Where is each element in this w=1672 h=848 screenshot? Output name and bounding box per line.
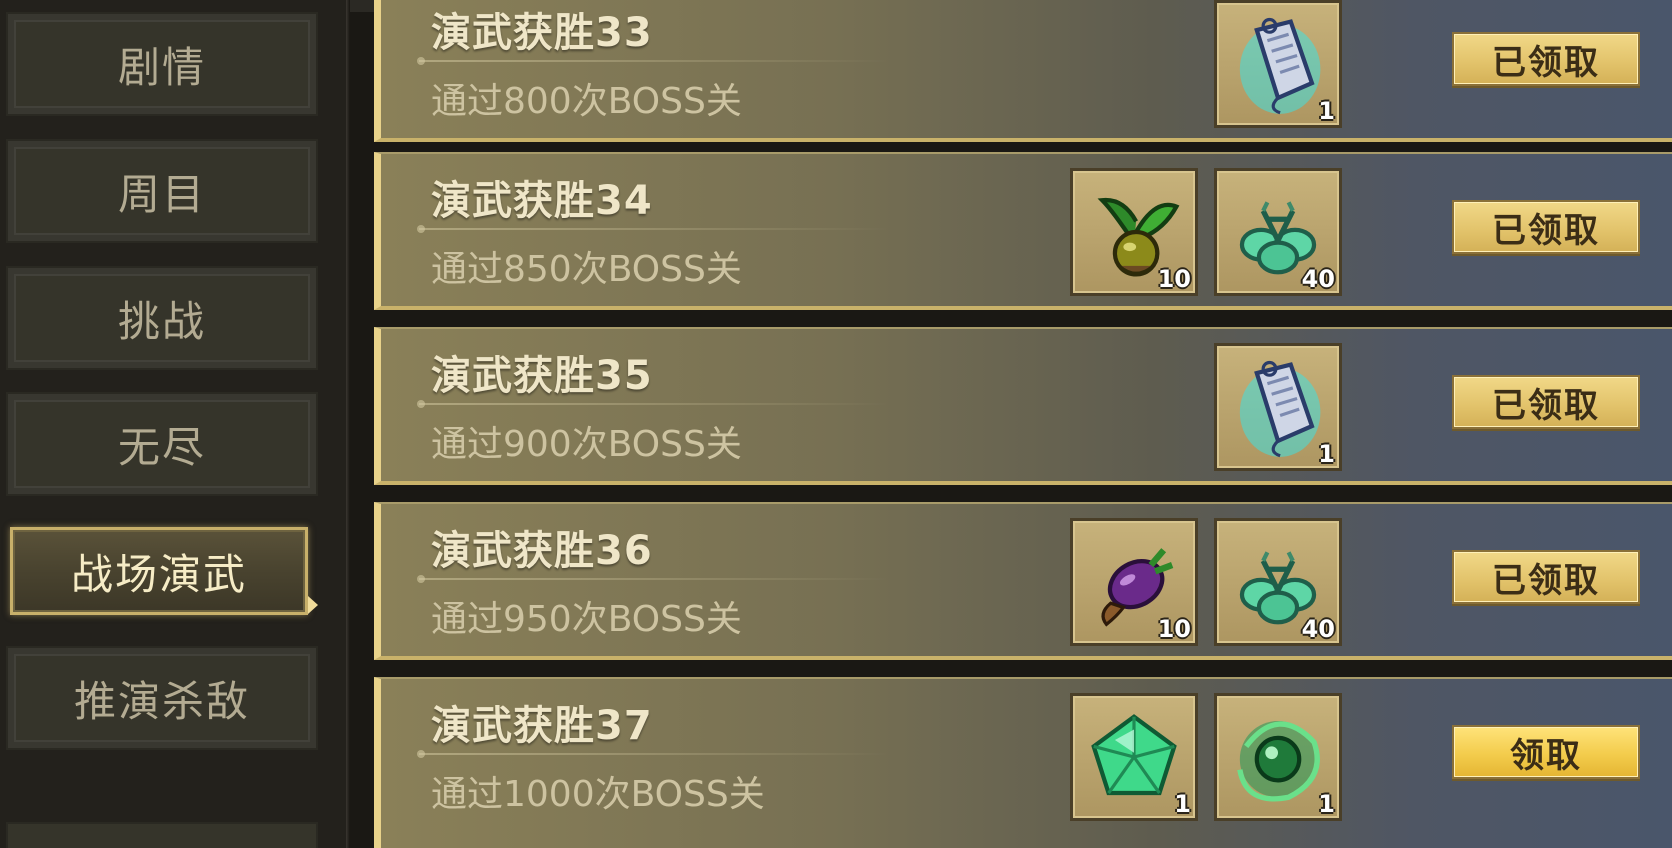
category-sidebar: 剧情 周目 挑战 无尽 战场演武 推演杀敌: [0, 0, 346, 848]
achievement-title: 演武获胜37: [431, 703, 653, 749]
claimed-button[interactable]: 已领取: [1452, 200, 1640, 254]
jade-orb-icon: [1237, 720, 1320, 802]
achievement-description: 通过850次BOSS关: [431, 249, 742, 290]
reward-item[interactable]: 1: [1214, 693, 1342, 821]
reward-count: 10: [1157, 265, 1191, 293]
active-indicator-arrow-icon: [308, 596, 318, 614]
sidebar-item-label: 周目: [117, 169, 206, 219]
sidebar-item-playthrough[interactable]: 周目: [6, 139, 318, 243]
reward-count: 40: [1301, 265, 1335, 293]
achievement-title: 演武获胜35: [431, 353, 653, 399]
achievement-description: 通过950次BOSS关: [431, 599, 742, 640]
sidebar-item-label: 无尽: [117, 422, 206, 472]
reward-item[interactable]: 10: [1070, 518, 1198, 646]
sidebar-item-label: 挑战: [117, 296, 206, 346]
divider-line: [417, 400, 889, 408]
talisman-icon: [1239, 360, 1321, 458]
claimed-button[interactable]: 已领取: [1452, 375, 1640, 429]
claimed-button[interactable]: 已领取: [1452, 550, 1640, 604]
achievement-description: 通过800次BOSS关: [431, 81, 742, 122]
talisman-icon: [1239, 17, 1321, 115]
achievement-description: 通过1000次BOSS关: [431, 774, 765, 815]
sidebar-item-label: 战场演武: [70, 549, 247, 599]
achievement-title: 演武获胜33: [431, 10, 653, 56]
achievement-screen: 剧情 周目 挑战 无尽 战场演武 推演杀敌 演武获胜33 通过800次BOSS关: [0, 0, 1672, 848]
claim-button[interactable]: 领取: [1452, 725, 1640, 779]
reward-count: 1: [1318, 97, 1335, 125]
reward-count: 1: [1318, 440, 1335, 468]
divider-line: [417, 57, 889, 65]
claim-button-label: 已领取: [1492, 385, 1600, 426]
reward-count: 1: [1318, 790, 1335, 818]
achievement-description: 通过900次BOSS关: [431, 424, 742, 465]
reward-item[interactable]: 1: [1214, 0, 1342, 128]
achievement-row: 演武获胜33 通过800次BOSS关 1 已领取: [374, 0, 1672, 142]
claim-button-label: 领取: [1510, 735, 1582, 776]
divider-line: [417, 225, 889, 233]
achievement-row: 演武获胜36 通过950次BOSS关 10 40 已领取: [374, 502, 1672, 660]
sidebar-item-challenge[interactable]: 挑战: [6, 266, 318, 370]
reward-count: 1: [1174, 790, 1191, 818]
emerald-gem-icon: [1091, 714, 1177, 796]
claim-button-label: 已领取: [1492, 560, 1600, 601]
sidebar-item-battlefield-drill[interactable]: 战场演武: [10, 527, 308, 615]
sidebar-item-story[interactable]: 剧情: [6, 12, 318, 116]
claim-button-label: 已领取: [1492, 42, 1600, 83]
sidebar-item-label: 推演杀敌: [73, 676, 250, 726]
reward-count: 10: [1157, 615, 1191, 643]
achievement-title: 演武获胜36: [431, 528, 653, 574]
divider-line: [417, 575, 889, 583]
achievement-list[interactable]: 演武获胜33 通过800次BOSS关 1 已领取 演武获胜34 通过850次BO…: [350, 0, 1672, 848]
sidebar-item-partial[interactable]: [6, 822, 318, 848]
reward-item[interactable]: 10: [1070, 168, 1198, 296]
achievement-row: 演武获胜34 通过850次BOSS关 10 40 已领取: [374, 152, 1672, 310]
divider-line: [417, 750, 889, 758]
reward-item[interactable]: 1: [1070, 693, 1198, 821]
reward-item[interactable]: 40: [1214, 518, 1342, 646]
claimed-button[interactable]: 已领取: [1452, 32, 1640, 86]
achievement-row: 演武获胜35 通过900次BOSS关 1 已领取: [374, 327, 1672, 485]
achievement-row: 演武获胜37 通过1000次BOSS关 1 1 领取: [374, 677, 1672, 848]
reward-item[interactable]: 1: [1214, 343, 1342, 471]
sidebar-item-endless[interactable]: 无尽: [6, 392, 318, 496]
sidebar-item-simulated-kills[interactable]: 推演杀敌: [6, 646, 318, 750]
claim-button-label: 已领取: [1492, 210, 1600, 251]
reward-count: 40: [1301, 615, 1335, 643]
reward-item[interactable]: 40: [1214, 168, 1342, 296]
sidebar-item-label: 剧情: [117, 42, 206, 92]
achievement-title: 演武获胜34: [431, 178, 653, 224]
